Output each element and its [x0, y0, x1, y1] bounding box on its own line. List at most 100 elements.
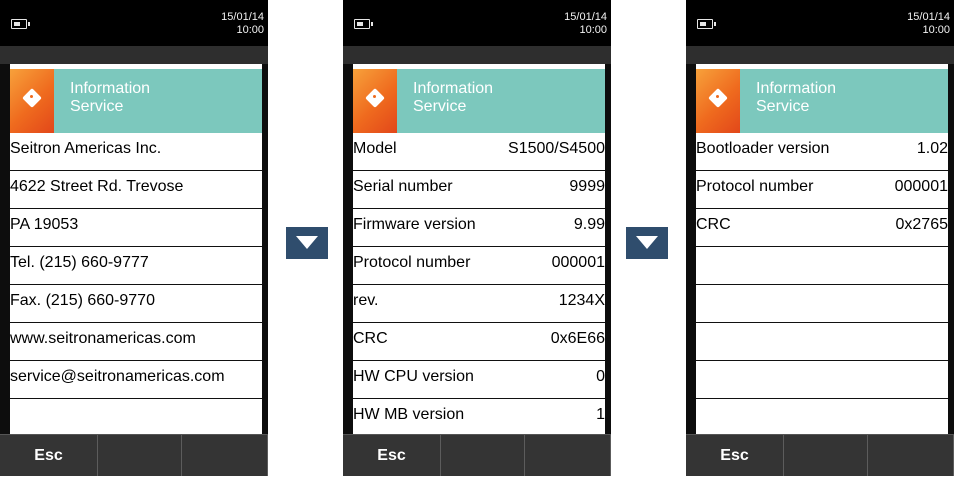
battery-icon — [11, 19, 30, 29]
info-row[interactable] — [10, 399, 262, 434]
info-row[interactable]: Serial number 9999 — [353, 171, 605, 209]
info-row-label: Bootloader version — [696, 140, 830, 157]
info-row[interactable] — [696, 247, 948, 285]
info-row-label: CRC — [696, 216, 731, 233]
info-row[interactable]: Bootloader version 1.02 — [696, 133, 948, 171]
info-list: Model S1500/S4500 Serial number 9999 Firmwar… — [353, 133, 605, 434]
service-tag-icon — [696, 69, 740, 133]
status-bar: 15/01/14 10:00 — [0, 0, 268, 46]
esc-softkey[interactable]: Esc — [0, 435, 98, 476]
esc-softkey[interactable]: Esc — [686, 435, 784, 476]
battery-icon — [354, 19, 373, 29]
softkey-2[interactable] — [784, 435, 868, 476]
info-row-label: CRC — [353, 330, 388, 347]
panel-title-line1: Information — [70, 80, 151, 97]
status-bar: 15/01/14 10:00 — [686, 0, 954, 46]
softkey-bar: Esc — [686, 434, 954, 476]
info-row-value: 0x6E66 — [550, 330, 605, 347]
panel-title-line2: Service — [70, 98, 124, 115]
info-row[interactable]: Fax. (215) 660-9770 — [10, 285, 262, 323]
info-row-label: Seitron Americas Inc. — [10, 140, 162, 157]
info-row[interactable]: service@seitronamericas.com — [10, 361, 262, 399]
date-time: 15/01/14 10:00 — [907, 11, 950, 37]
softkey-3[interactable] — [868, 435, 954, 476]
info-row-value: 9.99 — [573, 216, 605, 233]
info-row-label: Firmware version — [353, 216, 476, 233]
time-label: 10:00 — [579, 24, 607, 36]
info-row-label: 4622 Street Rd. Trevose — [10, 178, 184, 195]
service-tag-icon — [353, 69, 397, 133]
info-row[interactable]: Tel. (215) 660-9777 — [10, 247, 262, 285]
service-tag-icon — [10, 69, 54, 133]
info-row[interactable]: Protocol number 000001 — [353, 247, 605, 285]
softkey-bar: Esc — [0, 434, 268, 476]
battery-icon — [697, 19, 716, 29]
next-page-button[interactable] — [626, 227, 668, 259]
arrow-down-icon — [636, 236, 658, 249]
info-row-value: 0x2765 — [895, 216, 949, 233]
info-row-label: Model — [353, 140, 397, 157]
date-label: 15/01/14 — [221, 11, 264, 23]
info-row-value: 1.02 — [916, 140, 948, 157]
info-row[interactable]: 4622 Street Rd. Trevose — [10, 171, 262, 209]
time-label: 10:00 — [922, 24, 950, 36]
date-time: 15/01/14 10:00 — [564, 11, 607, 37]
info-row-label: HW CPU version — [353, 368, 474, 385]
info-row-value: 1234X — [558, 292, 605, 309]
info-row-value: 9999 — [569, 178, 605, 195]
info-panel: Information Service Bootloader version 1.02… — [696, 64, 948, 434]
info-row[interactable] — [696, 361, 948, 399]
softkey-2[interactable] — [98, 435, 182, 476]
info-row[interactable] — [696, 323, 948, 361]
date-time: 15/01/14 10:00 — [221, 11, 264, 37]
panel-title-line2: Service — [413, 98, 467, 115]
softkey-2[interactable] — [441, 435, 525, 476]
info-list: Bootloader version 1.02 Protocol number 000… — [696, 133, 948, 434]
info-row[interactable]: rev. 1234X — [353, 285, 605, 323]
next-page-button[interactable] — [286, 227, 328, 259]
info-row[interactable] — [696, 399, 948, 434]
info-row-label: Serial number — [353, 178, 453, 195]
softkey-3[interactable] — [525, 435, 611, 476]
status-bar: 15/01/14 10:00 — [343, 0, 611, 46]
info-row[interactable]: CRC 0x6E66 — [353, 323, 605, 361]
info-row-value: S1500/S4500 — [508, 140, 605, 157]
info-panel: Information Service Seitron Americas Inc. 4… — [10, 64, 262, 434]
info-row-label: Protocol number — [353, 254, 471, 271]
info-row-label: Fax. (215) 660-9770 — [10, 292, 155, 309]
info-row-value: 000001 — [894, 178, 948, 195]
esc-softkey[interactable]: Esc — [343, 435, 441, 476]
info-row-label: Tel. (215) 660-9777 — [10, 254, 149, 271]
info-row[interactable]: Firmware version 9.99 — [353, 209, 605, 247]
date-label: 15/01/14 — [907, 11, 950, 23]
status-separator — [343, 46, 611, 64]
info-row[interactable] — [696, 285, 948, 323]
panel-title-line2: Service — [756, 98, 810, 115]
status-separator — [686, 46, 954, 64]
panel-title: Information Service — [54, 69, 262, 133]
info-panel: Information Service Model S1500/S4500 Serial… — [353, 64, 605, 434]
panel-header: Information Service — [353, 69, 605, 133]
time-label: 10:00 — [236, 24, 264, 36]
info-row[interactable]: Protocol number 000001 — [696, 171, 948, 209]
arrow-down-icon — [296, 236, 318, 249]
info-row[interactable]: CRC 0x2765 — [696, 209, 948, 247]
info-row-label: PA 19053 — [10, 216, 79, 233]
info-row-label: www.seitronamericas.com — [10, 330, 196, 347]
info-row[interactable]: www.seitronamericas.com — [10, 323, 262, 361]
panel-header: Information Service — [10, 69, 262, 133]
info-row-value: 0 — [596, 368, 605, 385]
info-row-label: Protocol number — [696, 178, 814, 195]
info-row[interactable]: PA 19053 — [10, 209, 262, 247]
softkey-3[interactable] — [182, 435, 268, 476]
info-row[interactable]: Model S1500/S4500 — [353, 133, 605, 171]
panel-title-line1: Information — [756, 80, 837, 97]
info-row-value: 000001 — [551, 254, 605, 271]
info-list: Seitron Americas Inc. 4622 Street Rd. Tre… — [10, 133, 262, 434]
device-screen-1: 15/01/14 10:00 Information Service Seitron A… — [0, 0, 268, 476]
info-row[interactable]: HW CPU version 0 — [353, 361, 605, 399]
info-row[interactable]: Seitron Americas Inc. — [10, 133, 262, 171]
panel-header: Information Service — [696, 69, 948, 133]
date-label: 15/01/14 — [564, 11, 607, 23]
info-row[interactable]: HW MB version 1 — [353, 399, 605, 434]
